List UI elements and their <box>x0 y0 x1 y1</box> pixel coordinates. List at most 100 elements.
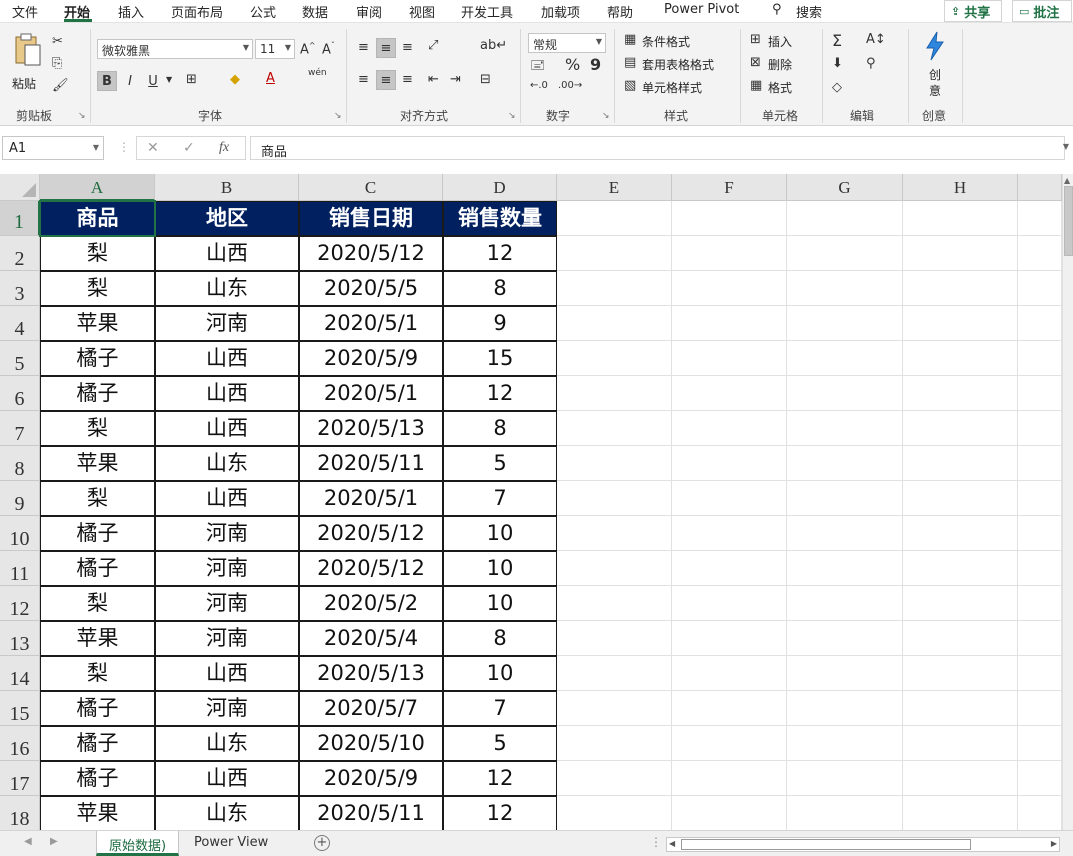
tab-page-layout[interactable]: 页面布局 <box>171 2 223 21</box>
empty-cell[interactable] <box>787 341 903 376</box>
column-header-a[interactable]: A <box>40 174 155 201</box>
empty-cell[interactable] <box>903 341 1018 376</box>
tab-developer[interactable]: 开发工具 <box>461 2 513 21</box>
table-cell[interactable]: 河南 <box>155 691 299 726</box>
table-cell[interactable]: 12 <box>443 796 557 830</box>
empty-cell[interactable] <box>672 691 787 726</box>
merge-center-icon[interactable]: ⊟ <box>480 73 491 86</box>
empty-cell[interactable] <box>787 656 903 691</box>
empty-cell[interactable] <box>672 236 787 271</box>
table-cell[interactable]: 橘子 <box>40 551 155 586</box>
empty-cell[interactable] <box>1018 796 1062 830</box>
empty-cell[interactable] <box>903 621 1018 656</box>
table-cell[interactable]: 8 <box>443 271 557 306</box>
tab-data[interactable]: 数据 <box>302 2 328 21</box>
empty-cell[interactable] <box>1018 516 1062 551</box>
empty-cell[interactable] <box>557 586 672 621</box>
table-cell[interactable]: 2020/5/9 <box>299 341 443 376</box>
table-header-cell[interactable]: 销售数量 <box>443 201 557 236</box>
empty-cell[interactable] <box>1018 691 1062 726</box>
splitter-icon[interactable]: ⋮ <box>118 140 130 154</box>
table-cell[interactable]: 山东 <box>155 796 299 830</box>
select-all-button[interactable] <box>0 174 40 201</box>
table-cell[interactable]: 苹果 <box>40 621 155 656</box>
tab-addins[interactable]: 加载项 <box>541 2 580 21</box>
sheet-tab-power-view[interactable]: Power View <box>182 831 280 856</box>
underline-button[interactable]: U <box>143 71 163 91</box>
empty-cell[interactable] <box>672 201 787 236</box>
insert-function-button[interactable]: fx <box>219 140 229 156</box>
empty-cell[interactable] <box>903 236 1018 271</box>
table-cell[interactable]: 山西 <box>155 481 299 516</box>
table-cell[interactable]: 山西 <box>155 376 299 411</box>
empty-cell[interactable] <box>787 376 903 411</box>
table-cell[interactable]: 山西 <box>155 236 299 271</box>
table-cell[interactable]: 梨 <box>40 656 155 691</box>
row-header-6[interactable]: 6 <box>0 376 40 411</box>
comments-button[interactable]: ▭ 批注 <box>1012 0 1072 22</box>
row-header-16[interactable]: 16 <box>0 726 40 761</box>
number-format-select[interactable]: 常规 ▼ <box>528 33 606 53</box>
search-icon[interactable]: ⚲ <box>772 2 782 17</box>
empty-cell[interactable] <box>672 341 787 376</box>
empty-cell[interactable] <box>1018 236 1062 271</box>
column-header-g[interactable]: G <box>787 174 903 201</box>
increase-indent-icon[interactable]: ⇥ <box>450 73 461 86</box>
table-cell[interactable]: 梨 <box>40 271 155 306</box>
next-sheet-icon[interactable]: ▶ <box>50 836 58 847</box>
table-cell[interactable]: 橘子 <box>40 341 155 376</box>
find-select-icon[interactable]: ⚲ <box>866 57 876 70</box>
empty-cell[interactable] <box>903 271 1018 306</box>
table-cell[interactable]: 山西 <box>155 656 299 691</box>
cut-icon[interactable]: ✂ <box>52 35 63 48</box>
empty-cell[interactable] <box>557 796 672 830</box>
row-header-17[interactable]: 17 <box>0 761 40 796</box>
empty-cell[interactable] <box>557 551 672 586</box>
cancel-icon[interactable]: ✕ <box>147 140 159 156</box>
empty-cell[interactable] <box>787 411 903 446</box>
empty-cell[interactable] <box>1018 586 1062 621</box>
empty-cell[interactable] <box>1018 411 1062 446</box>
empty-cell[interactable] <box>903 411 1018 446</box>
align-top-icon[interactable]: ≡ <box>358 41 369 54</box>
empty-cell[interactable] <box>903 306 1018 341</box>
sort-filter-icon[interactable]: A↕ <box>866 33 886 46</box>
empty-cell[interactable] <box>672 376 787 411</box>
table-cell[interactable]: 苹果 <box>40 446 155 481</box>
row-header-3[interactable]: 3 <box>0 271 40 306</box>
table-cell[interactable]: 梨 <box>40 236 155 271</box>
formula-input[interactable]: 商品 <box>250 136 1065 160</box>
clear-icon[interactable]: ◇ <box>832 81 842 94</box>
table-cell[interactable]: 5 <box>443 446 557 481</box>
comma-style-button[interactable]: 9 <box>590 57 601 73</box>
vertical-scrollbar[interactable]: ▲ <box>1062 174 1073 830</box>
table-cell[interactable]: 5 <box>443 726 557 761</box>
table-cell[interactable]: 10 <box>443 551 557 586</box>
empty-cell[interactable] <box>903 691 1018 726</box>
table-cell[interactable]: 12 <box>443 376 557 411</box>
empty-cell[interactable] <box>787 726 903 761</box>
table-cell[interactable]: 9 <box>443 306 557 341</box>
increase-font-icon[interactable]: A^ <box>300 42 316 57</box>
splitter-icon[interactable]: ⋮ <box>650 835 662 849</box>
table-cell[interactable]: 7 <box>443 481 557 516</box>
name-box[interactable]: A1 ▼ <box>2 136 104 160</box>
empty-cell[interactable] <box>903 516 1018 551</box>
empty-cell[interactable] <box>1018 446 1062 481</box>
empty-cell[interactable] <box>557 621 672 656</box>
empty-cell[interactable] <box>557 341 672 376</box>
empty-cell[interactable] <box>903 761 1018 796</box>
column-header-b[interactable]: B <box>155 174 299 201</box>
empty-cell[interactable] <box>787 306 903 341</box>
empty-cell[interactable] <box>672 761 787 796</box>
table-cell[interactable]: 河南 <box>155 516 299 551</box>
empty-cell[interactable] <box>557 236 672 271</box>
table-cell[interactable]: 河南 <box>155 621 299 656</box>
empty-cell[interactable] <box>787 516 903 551</box>
table-cell[interactable]: 梨 <box>40 586 155 621</box>
table-cell[interactable]: 山西 <box>155 761 299 796</box>
empty-cell[interactable] <box>903 376 1018 411</box>
font-name-select[interactable]: 微软雅黑 ▼ <box>97 39 253 59</box>
empty-cell[interactable] <box>1018 201 1062 236</box>
expand-formula-bar-icon[interactable]: ▼ <box>1063 142 1069 151</box>
